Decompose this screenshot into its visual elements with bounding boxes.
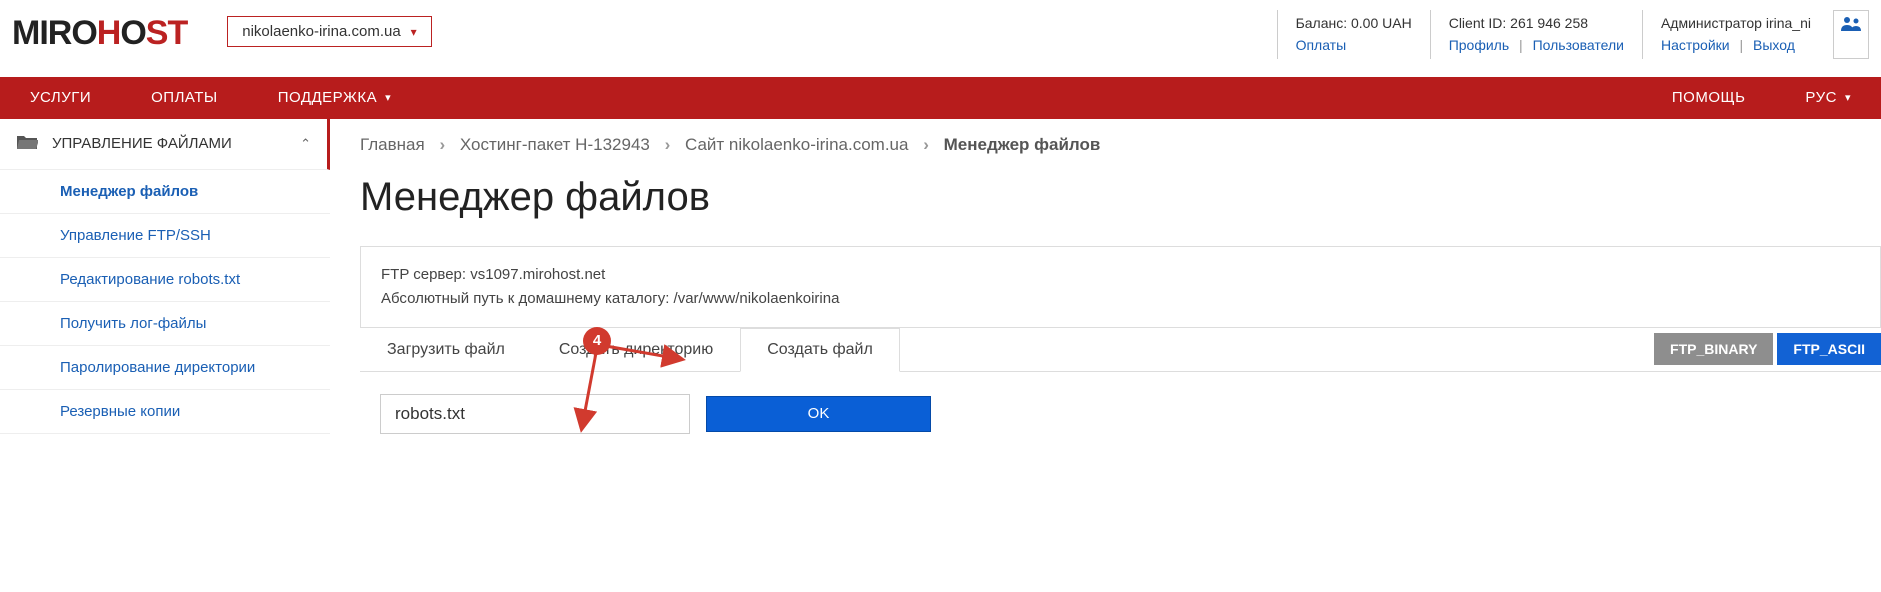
chevron-up-icon: ⌃ [300,136,311,152]
layout: УПРАВЛЕНИЕ ФАЙЛАМИ ⌃ Менеджер файлов Упр… [0,119,1881,456]
chevron-down-icon: ▾ [385,91,391,104]
breadcrumb-separator: › [923,135,929,154]
separator: | [1519,37,1523,53]
home-path-value: /var/www/nikolaenkoirina [674,290,840,307]
annotation-badge: 4 [583,327,611,355]
balance-block: Баланс: 0.00 UAH Оплаты [1277,10,1430,59]
client-id-label: Client ID: 261 946 258 [1449,12,1624,34]
sidebar-item-label: Редактирование robots.txt [60,271,240,288]
filename-input[interactable] [380,394,690,434]
nav-lang[interactable]: РУС▾ [1775,89,1881,106]
nav-payments[interactable]: ОПЛАТЫ [121,89,248,106]
sidebar-item-label: Паролирование директории [60,359,255,376]
create-file-form: OK [360,372,1881,456]
logo-text: ST [146,14,187,52]
balance-label: Баланс: 0.00 UAH [1296,12,1412,34]
ftp-binary-toggle[interactable]: FTP_BINARY [1654,333,1773,365]
tab-label: Загрузить файл [387,341,505,358]
sidebar-item-label: Получить лог-файлы [60,315,206,332]
info-panel: FTP сервер: vs1097.mirohost.net Абсолютн… [360,246,1881,328]
sidebar-item-file-manager[interactable]: Менеджер файлов [0,170,330,214]
tab-label: Создать файл [767,341,873,358]
breadcrumb-separator: › [665,135,671,154]
main-content: Главная › Хостинг-пакет H-132943 › Сайт … [330,119,1881,456]
sidebar-item-backup[interactable]: Резервные копии [0,390,330,434]
logo[interactable]: MIROHOST [12,14,187,53]
home-path-label: Абсолютный путь к домашнему каталогу: [381,290,674,307]
header-blocks: Баланс: 0.00 UAH Оплаты Client ID: 261 9… [1277,10,1869,59]
domain-selector[interactable]: nikolaenko-irina.com.ua ▾ [227,16,431,47]
ftp-server-label: FTP сервер: [381,266,470,283]
breadcrumb-home[interactable]: Главная [360,135,425,154]
contacts-button[interactable] [1833,10,1869,59]
nav-support[interactable]: ПОДДЕРЖКА▾ [248,89,421,106]
contacts-icon [1840,15,1862,33]
tab-create-directory[interactable]: Создать директорию [532,328,740,372]
breadcrumb-site[interactable]: Сайт nikolaenko-irina.com.ua [685,135,908,154]
logo-text: MIRO [12,14,97,52]
sidebar-item-label: Менеджер файлов [60,183,198,200]
sidebar-item-label: Резервные копии [60,403,180,420]
sidebar-heading-label: УПРАВЛЕНИЕ ФАЙЛАМИ [52,135,300,152]
ftp-mode-label: FTP_BINARY [1670,341,1757,357]
sidebar-item-password-dir[interactable]: Паролирование директории [0,346,330,390]
sidebar-item-ftp-ssh[interactable]: Управление FTP/SSH [0,214,330,258]
sidebar: УПРАВЛЕНИЕ ФАЙЛАМИ ⌃ Менеджер файлов Упр… [0,119,330,456]
ok-button-label: OK [808,405,830,422]
sidebar-item-logs[interactable]: Получить лог-файлы [0,302,330,346]
settings-link[interactable]: Настройки [1661,37,1730,53]
breadcrumb: Главная › Хостинг-пакет H-132943 › Сайт … [360,135,1881,155]
folder-open-icon [16,133,38,155]
header: MIROHOST nikolaenko-irina.com.ua ▾ Балан… [0,0,1881,59]
logout-link[interactable]: Выход [1753,37,1795,53]
separator: | [1740,37,1744,53]
admin-block: Администратор irina_ni Настройки | Выход [1642,10,1829,59]
client-block: Client ID: 261 946 258 Профиль | Пользов… [1430,10,1642,59]
nav-services[interactable]: УСЛУГИ [0,89,121,106]
tab-label: Создать директорию [559,341,713,358]
breadcrumb-hosting[interactable]: Хостинг-пакет H-132943 [460,135,650,154]
breadcrumb-current: Менеджер файлов [944,135,1101,154]
sidebar-item-label: Управление FTP/SSH [60,227,211,244]
nav-help[interactable]: ПОМОЩЬ [1642,89,1776,106]
ftp-mode-label: FTP_ASCII [1793,341,1865,357]
main-nav: УСЛУГИ ОПЛАТЫ ПОДДЕРЖКА▾ ПОМОЩЬ РУС▾ [0,77,1881,119]
logo-text: H [97,14,121,52]
logo-text: O [120,14,145,52]
ftp-server-value: vs1097.mirohost.net [470,266,605,283]
sidebar-heading[interactable]: УПРАВЛЕНИЕ ФАЙЛАМИ ⌃ [0,119,330,170]
ftp-ascii-toggle[interactable]: FTP_ASCII [1777,333,1881,365]
tab-create-file[interactable]: Создать файл [740,328,900,372]
tab-upload-file[interactable]: Загрузить файл [360,328,532,372]
chevron-down-icon: ▾ [411,25,417,39]
admin-label: Администратор irina_ni [1661,12,1811,34]
profile-link[interactable]: Профиль [1449,37,1509,53]
chevron-down-icon: ▾ [1845,91,1851,104]
breadcrumb-separator: › [439,135,445,154]
users-link[interactable]: Пользователи [1533,37,1624,53]
payments-link[interactable]: Оплаты [1296,37,1347,53]
sidebar-item-robots[interactable]: Редактирование robots.txt [0,258,330,302]
domain-selector-value: nikolaenko-irina.com.ua [242,23,400,40]
page-title: Менеджер файлов [360,175,1881,220]
ok-button[interactable]: OK [706,396,931,432]
